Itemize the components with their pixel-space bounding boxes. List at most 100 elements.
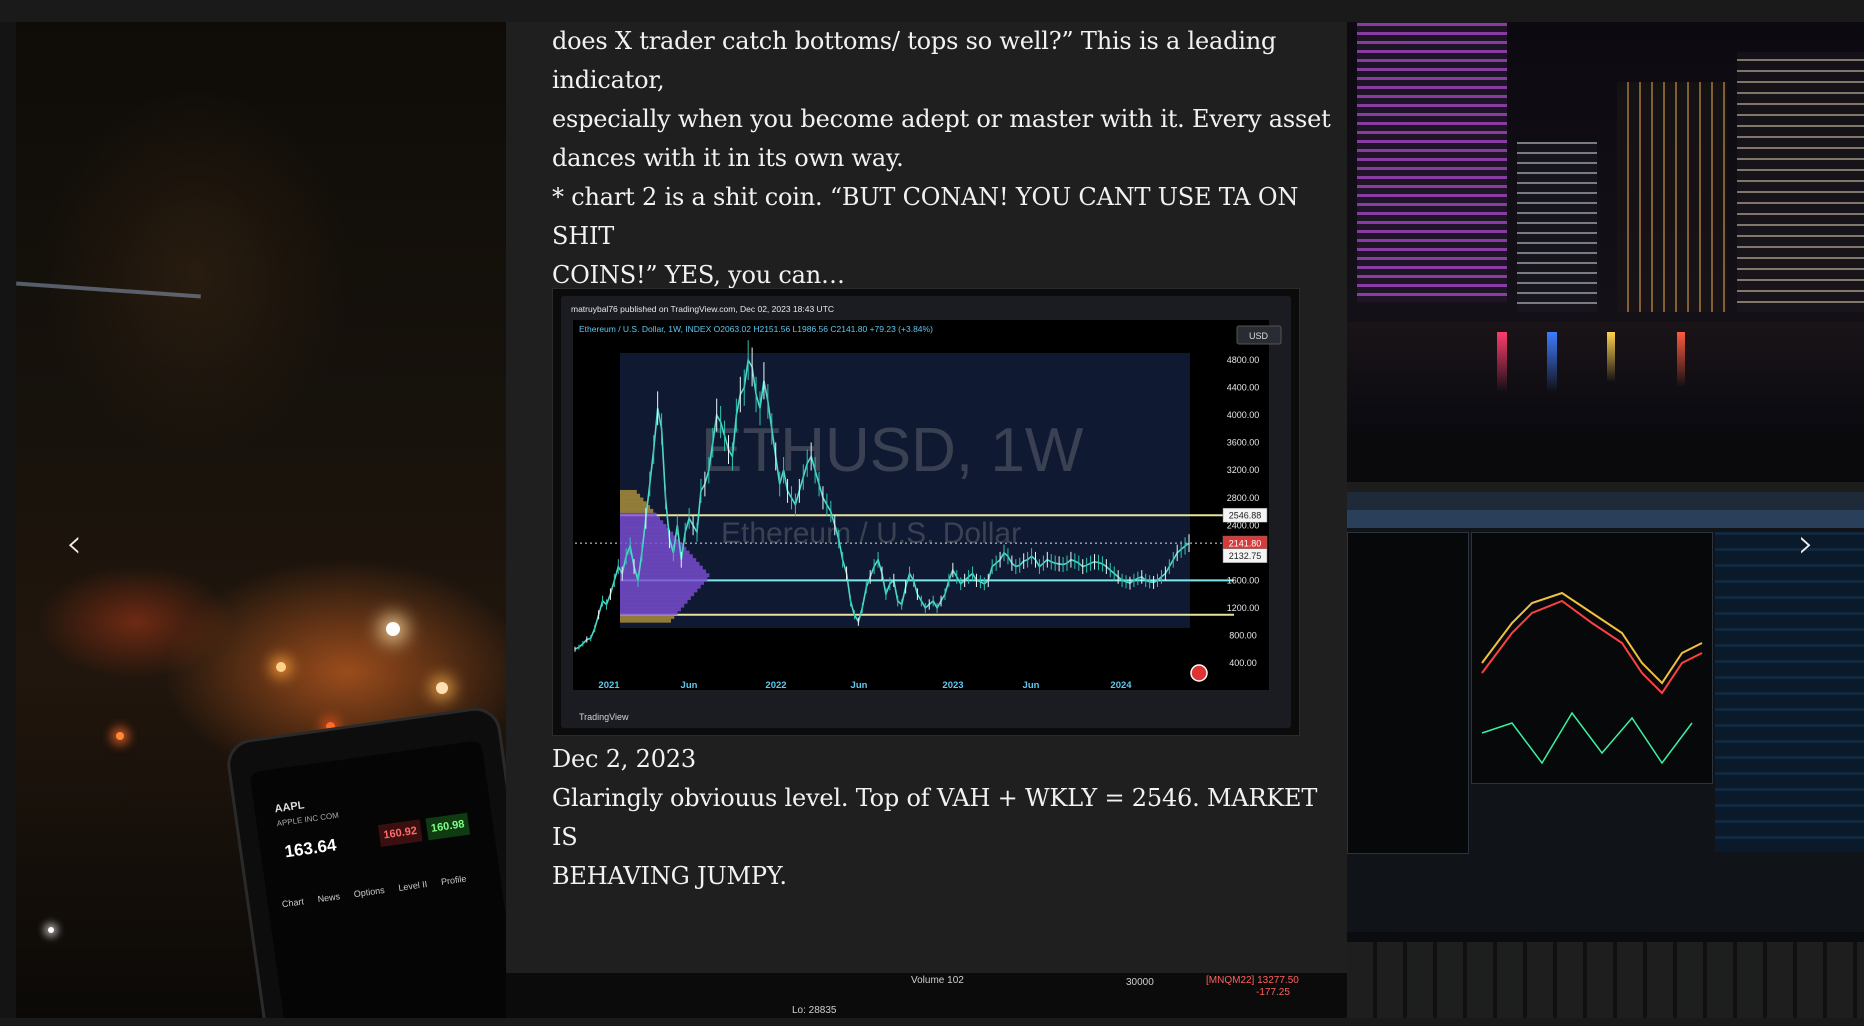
y-tick-label: 3600.00 — [1227, 438, 1260, 448]
price-label: 2141.80 — [1229, 539, 1262, 549]
phone-buy-price: 160.98 — [425, 812, 471, 841]
profile-bar — [620, 565, 703, 570]
phone-tab: Profile — [440, 873, 467, 887]
city-building — [1737, 52, 1864, 312]
phone-tab: News — [316, 891, 341, 905]
chart-published-line: matruybal76 published on TradingView.com… — [571, 304, 834, 314]
profile-bar — [620, 497, 644, 502]
phone-tab: Options — [353, 884, 386, 900]
bokeh-light — [48, 927, 54, 933]
bokeh-light — [386, 622, 400, 636]
phone-tabs: Chart News Options Level II Profile — [281, 873, 467, 909]
article-text: does X trader catch bottoms/ tops so wel… — [552, 22, 1347, 295]
phone-screen: AAPL APPLE INC COM 163.64 160.92 160.98 … — [249, 740, 506, 1018]
tradingview-chart: matruybal76 published on TradingView.com… — [561, 296, 1291, 728]
profile-bar — [620, 512, 657, 517]
profile-bar — [620, 569, 707, 574]
trading-chart-panel — [1471, 532, 1713, 784]
bottom-strip-text: Volume 102 — [911, 975, 964, 986]
profile-bar — [620, 584, 701, 589]
profile-bar — [620, 558, 697, 563]
chart-watermark-subtitle: Ethereum / U.S. Dollar — [721, 517, 1021, 550]
profile-bar — [620, 493, 641, 498]
paragraph-line: especially when you become adept or mast… — [552, 105, 1331, 133]
caption-line: BEHAVING JUMPY. — [552, 862, 787, 890]
chart-image[interactable]: matruybal76 published on TradingView.com… — [552, 288, 1300, 736]
y-tick-label: 400.00 — [1229, 658, 1257, 668]
x-tick-label: 2021 — [598, 680, 620, 691]
chart-svg: matruybal76 published on TradingView.com… — [571, 304, 1282, 722]
article-panel: does X trader catch bottoms/ tops so wel… — [506, 22, 1347, 973]
phone-sell-price: 160.92 — [377, 819, 423, 848]
profile-bar — [620, 599, 688, 604]
bottom-strip-text: -177.25 — [1256, 987, 1290, 998]
y-tick-label: 4800.00 — [1227, 355, 1260, 365]
laptop-keyboard — [1347, 942, 1864, 1018]
bokeh-light — [276, 662, 286, 672]
price-label: 2546.88 — [1229, 511, 1262, 521]
profile-bar — [620, 580, 704, 585]
profile-bar — [620, 603, 685, 608]
x-tick-label: 2023 — [942, 680, 963, 691]
y-tick-label: 1200.00 — [1227, 603, 1260, 613]
profile-bar — [620, 588, 698, 593]
y-tick-label: 800.00 — [1229, 630, 1257, 640]
caption-date: Dec 2, 2023 — [552, 745, 696, 773]
phone-tab: Chart — [281, 896, 305, 910]
background-photo-bottom: Volume 102 30000 [MNQM22] 13277.50 -177.… — [506, 973, 1347, 1018]
profile-bar — [620, 573, 710, 578]
bokeh-light — [436, 682, 448, 694]
y-tick-label: 4000.00 — [1227, 410, 1260, 420]
bottom-bar — [0, 1018, 1864, 1026]
phone-ticker: AAPL — [273, 799, 306, 816]
previous-slide-button[interactable]: ‹ — [54, 522, 94, 566]
x-tick-label: Jun — [851, 680, 868, 691]
city-building — [1357, 22, 1507, 302]
bottom-strip-text: [MNQM22] 13277.50 — [1206, 975, 1299, 986]
price-label: 2132.75 — [1229, 551, 1262, 561]
profile-bar — [620, 611, 678, 616]
trading-menu-bar — [1347, 492, 1864, 510]
background-photo-right — [1347, 22, 1864, 1018]
paragraph-line: dances with it in its own way. — [552, 144, 904, 172]
profile-bar — [620, 531, 674, 536]
profile-bar — [620, 489, 637, 494]
profile-bar — [620, 595, 691, 600]
y-tick-label: 2800.00 — [1227, 493, 1260, 503]
profile-bar — [620, 535, 677, 540]
water-reflection — [1607, 332, 1615, 382]
paragraph-line: * chart 2 is a shit coin. “BUT CONAN! YO… — [552, 183, 1299, 250]
caption-line: Glaringly obviouus level. Top of VAH + W… — [552, 784, 1318, 851]
water-reflection — [1497, 332, 1507, 392]
next-slide-button[interactable]: › — [1786, 522, 1826, 566]
x-tick-label: 2022 — [765, 680, 786, 691]
profile-bar — [620, 618, 671, 623]
profile-bar — [620, 508, 654, 513]
water-reflection — [1677, 332, 1685, 387]
city-building — [1517, 142, 1597, 312]
y-tick-label: 1600.00 — [1227, 575, 1260, 585]
profile-bar — [620, 607, 681, 612]
profile-bar — [620, 520, 664, 525]
background-photo-left: AAPL APPLE INC COM 163.64 160.92 160.98 … — [16, 22, 506, 1018]
light-streak — [16, 281, 201, 299]
bottom-strip-text: 30000 — [1126, 977, 1154, 988]
profile-bar — [620, 577, 708, 582]
profile-bar — [620, 501, 647, 506]
profile-bar — [620, 524, 667, 529]
phone-tab: Level II — [397, 878, 428, 893]
trading-order-book — [1715, 532, 1864, 852]
top-bar — [0, 0, 1864, 22]
chevron-right-icon: › — [1798, 521, 1814, 567]
alert-icon — [1190, 664, 1208, 682]
chart-caption: Dec 2, 2023 Glaringly obviouus level. To… — [552, 740, 1347, 896]
chart-watermark-title: ETHUSD, 1W — [701, 416, 1084, 485]
profile-bar — [620, 516, 660, 521]
trading-left-panel — [1347, 532, 1469, 854]
trading-mini-chart — [1481, 591, 1703, 765]
y-tick-label: 3200.00 — [1227, 465, 1260, 475]
profile-bar — [620, 614, 675, 619]
x-tick-label: Jun — [681, 680, 698, 691]
bottom-strip-text: Lo: 28835 — [792, 1005, 837, 1016]
chevron-left-icon: ‹ — [66, 521, 82, 567]
